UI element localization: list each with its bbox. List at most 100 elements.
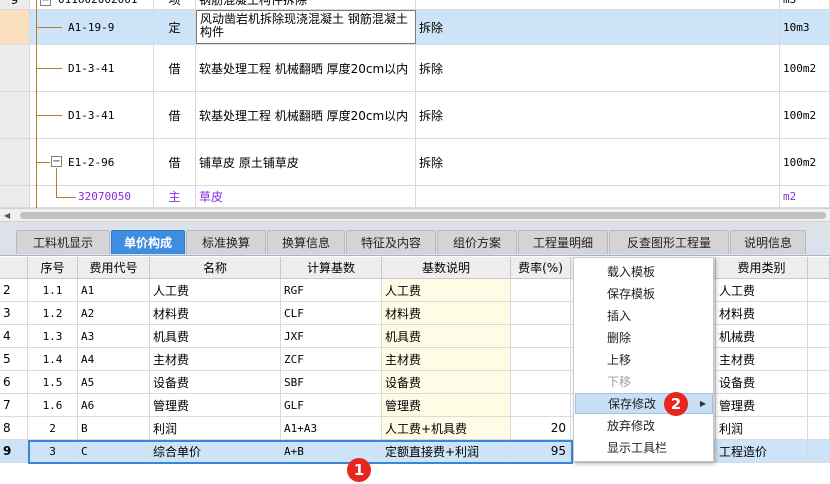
cell-extra[interactable] bbox=[808, 325, 830, 347]
cell-category[interactable]: 利润 bbox=[716, 417, 808, 439]
cell-base-desc[interactable]: 定额直接费+利润 bbox=[382, 440, 511, 462]
cell-rate[interactable] bbox=[511, 371, 571, 393]
cell-code[interactable]: A2 bbox=[78, 302, 150, 324]
cell-category[interactable]: 主材费 bbox=[716, 348, 808, 370]
menu-item-save-template[interactable]: 保存模板 bbox=[575, 283, 713, 304]
menu-item-save-changes[interactable]: 保存修改 ▶ bbox=[575, 393, 713, 414]
cell-base[interactable]: A+B bbox=[281, 440, 382, 462]
scroll-left-icon[interactable]: ◀ bbox=[4, 211, 10, 220]
cell-name[interactable]: 机具费 bbox=[150, 325, 281, 347]
menu-item-show-toolbar[interactable]: 显示工具栏 bbox=[575, 437, 713, 458]
table-row[interactable]: D1-3-41 借 软基处理工程 机械翻晒 厚度20cm以内 拆除 100m2 bbox=[0, 45, 830, 92]
cell-rate[interactable] bbox=[511, 325, 571, 347]
table-row[interactable]: E1-2-96 借 铺草皮 原土铺草皮 拆除 100m2 bbox=[0, 139, 830, 186]
header-base-desc[interactable]: 基数说明 bbox=[382, 257, 511, 278]
cell-base-desc[interactable]: 材料费 bbox=[382, 302, 511, 324]
cell-base[interactable]: CLF bbox=[281, 302, 382, 324]
header-category[interactable]: 费用类别 bbox=[716, 257, 808, 278]
cell-rate[interactable]: 95 bbox=[511, 440, 571, 462]
cell-code[interactable]: A1 bbox=[78, 279, 150, 301]
cell-name[interactable]: 管理费 bbox=[150, 394, 281, 416]
cell-rate[interactable] bbox=[511, 279, 571, 301]
cell-base-desc[interactable]: 设备费 bbox=[382, 371, 511, 393]
cell-extra[interactable] bbox=[808, 348, 830, 370]
tab-unit-price-composition[interactable]: 单价构成 bbox=[111, 230, 185, 254]
cell-name[interactable]: 设备费 bbox=[150, 371, 281, 393]
cell-base[interactable]: JXF bbox=[281, 325, 382, 347]
cell-name[interactable]: 人工费 bbox=[150, 279, 281, 301]
tab-pricing-scheme[interactable]: 组价方案 bbox=[437, 230, 517, 254]
cell-base[interactable]: ZCF bbox=[281, 348, 382, 370]
menu-item-delete[interactable]: 删除 bbox=[575, 327, 713, 348]
cell-seq[interactable]: 3 bbox=[28, 440, 78, 462]
cell-seq[interactable]: 1.6 bbox=[28, 394, 78, 416]
collapse-icon[interactable]: − bbox=[40, 0, 51, 6]
cell-seq[interactable]: 2 bbox=[28, 417, 78, 439]
cell-base-desc[interactable]: 管理费 bbox=[382, 394, 511, 416]
cell-category[interactable]: 设备费 bbox=[716, 371, 808, 393]
cell-base-desc[interactable]: 人工费+机具费 bbox=[382, 417, 511, 439]
scrollbar-thumb[interactable] bbox=[20, 212, 826, 219]
cell-code[interactable]: A3 bbox=[78, 325, 150, 347]
tab-description-info[interactable]: 说明信息 bbox=[730, 230, 806, 254]
cell-seq[interactable]: 1.2 bbox=[28, 302, 78, 324]
cell-category[interactable]: 机械费 bbox=[716, 325, 808, 347]
cell-base[interactable]: RGF bbox=[281, 279, 382, 301]
cell-code[interactable]: A5 bbox=[78, 371, 150, 393]
header-base[interactable]: 计算基数 bbox=[281, 257, 382, 278]
menu-item-load-template[interactable]: 载入模板 bbox=[575, 261, 713, 282]
cell-extra[interactable] bbox=[808, 394, 830, 416]
tab-conversion-info[interactable]: 换算信息 bbox=[267, 230, 345, 254]
cell-seq[interactable]: 1.5 bbox=[28, 371, 78, 393]
table-row[interactable]: 9 011602002001 项 钢筋混凝土构件拆除 m3 bbox=[0, 0, 830, 10]
cell-extra[interactable] bbox=[808, 440, 830, 462]
table-row[interactable]: A1-19-9 定 风动凿岩机拆除现浇混凝土 钢筋混凝土构件 拆除 10m3 bbox=[0, 10, 830, 45]
tab-features-content[interactable]: 特征及内容 bbox=[346, 230, 436, 254]
cell-name[interactable]: 综合单价 bbox=[150, 440, 281, 462]
cell-seq[interactable]: 1.1 bbox=[28, 279, 78, 301]
cell-category[interactable]: 管理费 bbox=[716, 394, 808, 416]
cell-extra[interactable] bbox=[808, 417, 830, 439]
cell-rate[interactable]: 20 bbox=[511, 417, 571, 439]
header-code[interactable]: 费用代号 bbox=[78, 257, 150, 278]
menu-item-insert[interactable]: 插入 bbox=[575, 305, 713, 326]
cell-code[interactable]: A6 bbox=[78, 394, 150, 416]
cell-base[interactable]: SBF bbox=[281, 371, 382, 393]
cell-rate[interactable] bbox=[511, 348, 571, 370]
cell-name[interactable]: 利润 bbox=[150, 417, 281, 439]
table-row[interactable]: 32070050 主 草皮 m2 bbox=[0, 186, 830, 208]
item-name-editor[interactable]: 风动凿岩机拆除现浇混凝土 钢筋混凝土构件 bbox=[196, 10, 416, 44]
horizontal-scrollbar[interactable]: ◀ bbox=[0, 208, 830, 222]
collapse-icon[interactable]: − bbox=[51, 156, 62, 167]
cell-base-desc[interactable]: 人工费 bbox=[382, 279, 511, 301]
tab-standard-conversion[interactable]: 标准换算 bbox=[186, 230, 266, 254]
header-seq[interactable]: 序号 bbox=[28, 257, 78, 278]
cell-category[interactable]: 人工费 bbox=[716, 279, 808, 301]
cell-seq[interactable]: 1.4 bbox=[28, 348, 78, 370]
cell-category[interactable]: 工程造价 bbox=[716, 440, 808, 462]
cell-code[interactable]: A4 bbox=[78, 348, 150, 370]
table-row[interactable]: D1-3-41 借 软基处理工程 机械翻晒 厚度20cm以内 拆除 100m2 bbox=[0, 92, 830, 139]
cell-base[interactable]: A1+A3 bbox=[281, 417, 382, 439]
header-rate[interactable]: 费率(%) bbox=[511, 257, 571, 278]
header-extra[interactable] bbox=[808, 257, 830, 278]
cell-category[interactable]: 材料费 bbox=[716, 302, 808, 324]
cell-rate[interactable] bbox=[511, 302, 571, 324]
menu-item-discard-changes[interactable]: 放弃修改 bbox=[575, 415, 713, 436]
cell-name[interactable]: 主材费 bbox=[150, 348, 281, 370]
cell-code[interactable]: C bbox=[78, 440, 150, 462]
header-name[interactable]: 名称 bbox=[150, 257, 281, 278]
cell-base-desc[interactable]: 主材费 bbox=[382, 348, 511, 370]
cell-seq[interactable]: 1.3 bbox=[28, 325, 78, 347]
tab-labor-material-machine[interactable]: 工料机显示 bbox=[16, 230, 110, 254]
cell-code[interactable]: B bbox=[78, 417, 150, 439]
cell-rate[interactable] bbox=[511, 394, 571, 416]
tab-reverse-check-quantity[interactable]: 反查图形工程量 bbox=[609, 230, 729, 254]
cell-base[interactable]: GLF bbox=[281, 394, 382, 416]
cell-name[interactable]: 材料费 bbox=[150, 302, 281, 324]
cell-extra[interactable] bbox=[808, 302, 830, 324]
cell-base-desc[interactable]: 机具费 bbox=[382, 325, 511, 347]
tab-quantity-detail[interactable]: 工程量明细 bbox=[518, 230, 608, 254]
menu-item-move-up[interactable]: 上移 bbox=[575, 349, 713, 370]
cell-extra[interactable] bbox=[808, 279, 830, 301]
